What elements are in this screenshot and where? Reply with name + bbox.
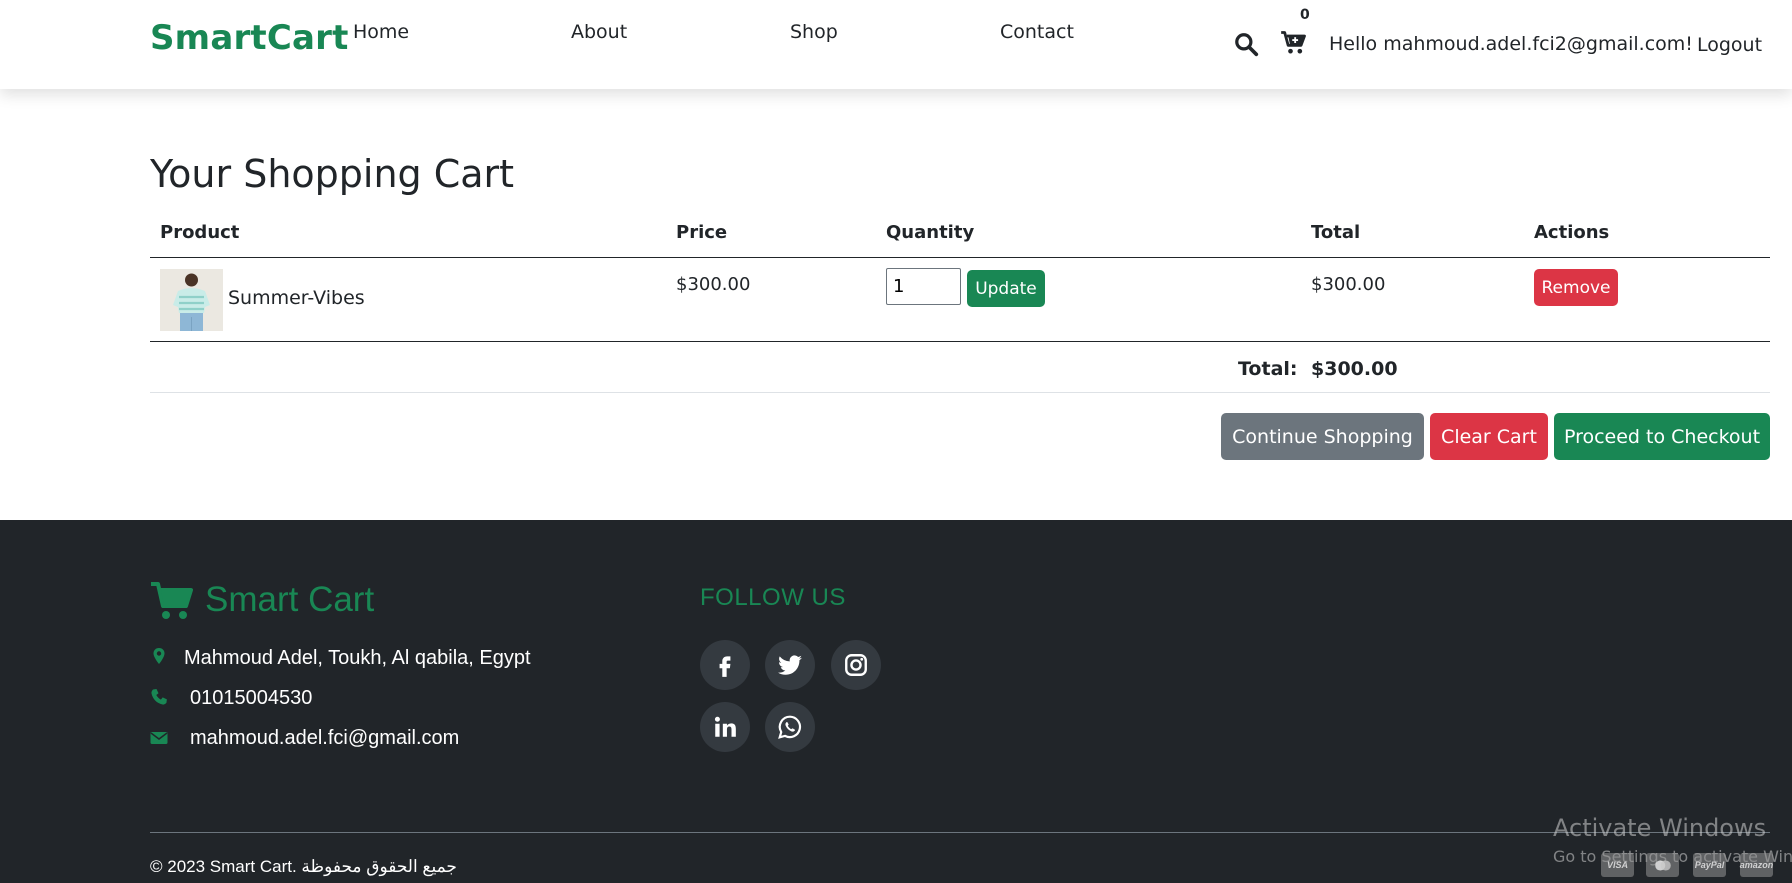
nav-link-contact[interactable]: Contact [1000, 21, 1074, 43]
column-header-total: Total [1311, 222, 1361, 243]
column-header-price: Price [676, 222, 728, 243]
cart-icon[interactable] [1280, 29, 1308, 57]
nav-link-about[interactable]: About [571, 21, 627, 43]
page-title: Your Shopping Cart [150, 152, 515, 196]
column-header-actions: Actions [1534, 222, 1610, 243]
envelope-icon [150, 729, 168, 747]
linkedin-icon[interactable] [700, 702, 750, 752]
logout-link[interactable]: Logout [1697, 34, 1762, 56]
brand-logo[interactable]: SmartCart [150, 18, 349, 58]
twitter-icon[interactable] [765, 640, 815, 690]
instagram-icon[interactable] [831, 640, 881, 690]
phone-icon [150, 688, 168, 706]
footer-cart-icon [150, 581, 194, 621]
user-greeting: Hello mahmoud.adel.fci2@gmail.com! [1329, 33, 1693, 55]
nav-link-home[interactable]: Home [353, 21, 409, 43]
quantity-input[interactable] [886, 268, 961, 305]
column-header-product: Product [160, 222, 240, 243]
visa-icon: VISA [1601, 853, 1634, 877]
mastercard-icon [1646, 853, 1679, 877]
header-divider [150, 257, 1770, 258]
column-header-quantity: Quantity [886, 222, 975, 243]
activate-windows-title: Activate Windows [1553, 814, 1767, 842]
row-divider [150, 341, 1770, 342]
checkout-button[interactable]: Proceed to Checkout [1554, 413, 1770, 460]
location-pin-icon [150, 647, 168, 665]
footer-divider [150, 832, 1770, 833]
footer-address: Mahmoud Adel, Toukh, Al qabila, Egypt [184, 647, 531, 669]
navbar: SmartCart Home About Shop Contact 0 Hell… [0, 0, 1792, 89]
cart-total-label: Total: [1238, 358, 1298, 380]
product-price: $300.00 [676, 274, 751, 295]
cart-total-value: $300.00 [1311, 358, 1398, 380]
footer-email[interactable]: mahmoud.adel.fci@gmail.com [190, 727, 459, 750]
product-line-total: $300.00 [1311, 274, 1386, 295]
remove-button[interactable]: Remove [1534, 269, 1618, 306]
product-name[interactable]: Summer-Vibes [228, 287, 365, 309]
amazon-icon: amazon [1740, 853, 1773, 877]
cart-count-badge: 0 [1300, 7, 1310, 23]
footer-phone: 01015004530 [190, 687, 313, 709]
nav-link-shop[interactable]: Shop [790, 21, 838, 43]
total-divider [150, 392, 1770, 393]
copyright-text: © 2023 Smart Cart. جميع الحقوق محفوظة [150, 857, 457, 876]
paypal-icon: PayPal [1693, 853, 1726, 877]
whatsapp-icon[interactable] [765, 702, 815, 752]
update-button[interactable]: Update [967, 270, 1045, 307]
continue-shopping-button[interactable]: Continue Shopping [1221, 413, 1424, 460]
footer-brand: Smart Cart [205, 580, 375, 619]
clear-cart-button[interactable]: Clear Cart [1430, 413, 1548, 460]
follow-us-heading: FOLLOW US [700, 584, 846, 611]
product-thumbnail [160, 269, 223, 331]
search-icon[interactable] [1233, 31, 1259, 57]
facebook-icon[interactable] [700, 640, 750, 690]
